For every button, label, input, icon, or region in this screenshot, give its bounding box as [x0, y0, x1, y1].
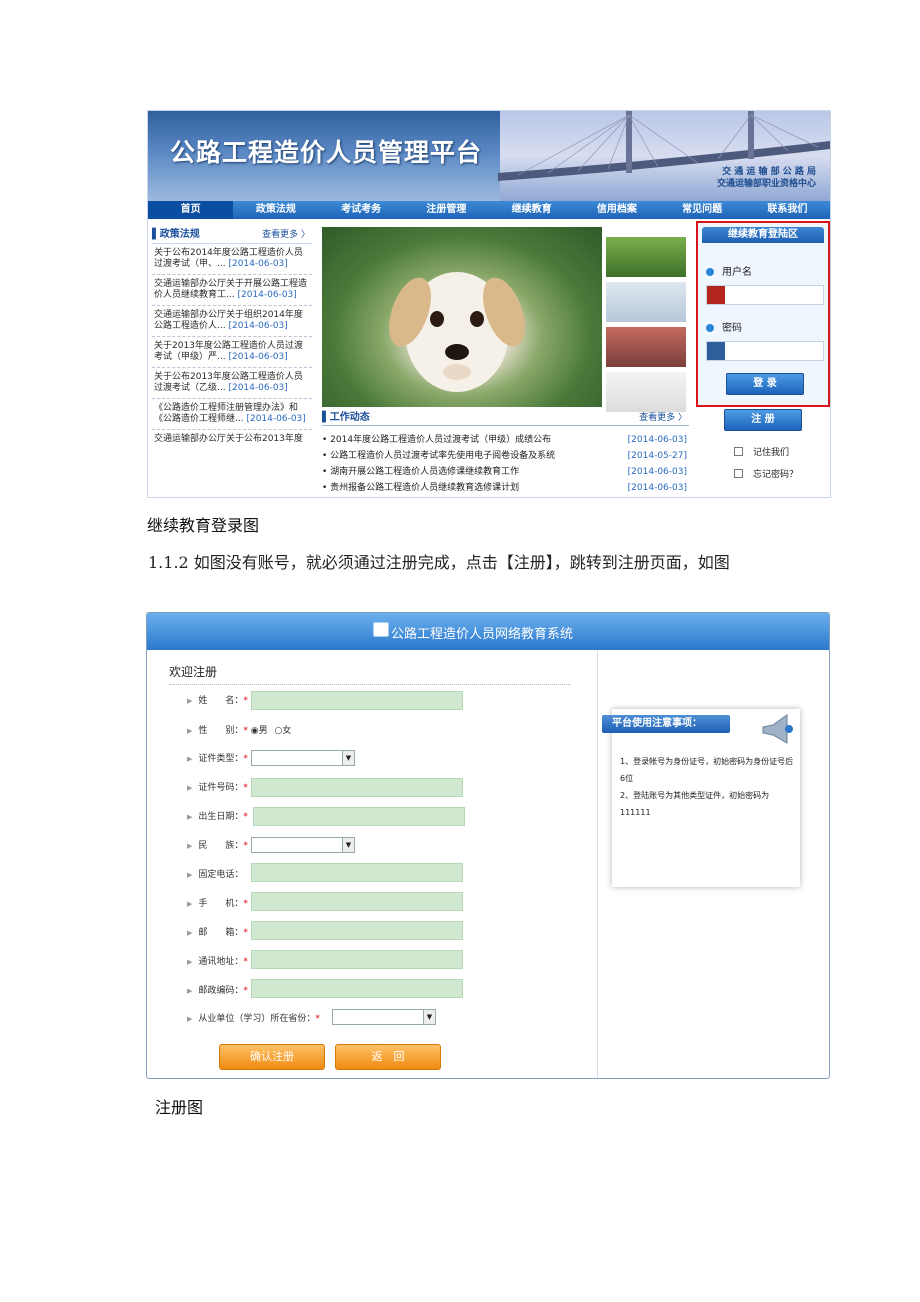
nav-home[interactable]: 首页	[148, 201, 234, 219]
login-box: 继续教育登陆区 用户名 密码 登 录	[696, 221, 830, 407]
instruction-paragraph: 1.1.2 如图没有账号，就必须通过注册完成，点击【注册】，跳转到注册页面，如图	[148, 553, 730, 572]
policy-panel: ▌政策法规 查看更多 〉 关于公布2014年度公路工程造价人员过渡考试（甲、..…	[152, 227, 312, 497]
welcome-heading: 欢迎注册	[169, 665, 218, 679]
notice-text: 1、登录帐号为身份证号，初始密码为身份证号后6位 2、登陆账号为其他类型证件，初…	[620, 753, 795, 821]
phone-input[interactable]	[251, 863, 463, 882]
nav-register[interactable]: 注册管理	[404, 201, 489, 219]
portal-org: 交 通 运 输 部 公 路 局 交通运输部职业资格中心	[717, 166, 816, 190]
notice-line-1: 1、登录帐号为身份证号，初始密码为身份证号后6位	[620, 757, 794, 783]
news-heading: 工作动态	[329, 412, 370, 423]
field-address: ▶ 通讯地址：*	[187, 957, 248, 967]
registration-screenshot: 公路工程造价人员网络教育系统 欢迎注册 ▶ 姓 名：* ▶ 性 别：* ◉男 ○女 …	[146, 612, 830, 1079]
field-email: ▶ 邮 箱：*	[187, 928, 248, 938]
nav-policy[interactable]: 政策法规	[233, 201, 318, 219]
field-ethnic: ▶ 民 族：*	[187, 841, 248, 851]
column-divider	[597, 650, 598, 1078]
org-line-1: 交 通 运 输 部 公 路 局	[722, 167, 816, 177]
org-line-2: 交通运输部职业资格中心	[716, 179, 816, 189]
name-input[interactable]	[251, 691, 463, 710]
list-item[interactable]: • 湖南开展公路工程造价人员选修课继续教育工作 [2014-06-03]	[322, 464, 689, 480]
id-type-select[interactable]: ▼	[251, 750, 355, 766]
remember-checkbox[interactable]: 记住我们	[734, 445, 789, 458]
user-icon	[707, 286, 725, 304]
lock-icon	[707, 342, 725, 360]
portal-banner: 公路工程造价人员管理平台 交 通 运 输 部 公 路 局 交通运输部职业资格中心	[148, 111, 830, 201]
list-item[interactable]: 关于2013年度公路工程造价人员过渡考试（甲级）严... [2014-06-03…	[152, 337, 312, 368]
system-title: 公路工程造价人员网络教育系统	[391, 627, 574, 642]
field-id-number: ▶ 证件号码：*	[187, 783, 248, 793]
chevron-down-icon: ▼	[342, 838, 354, 852]
list-item[interactable]: • 贵州报备公路工程造价人员继续教育选修课计划 [2014-06-03]	[322, 480, 689, 496]
policy-more-link[interactable]: 查看更多 〉	[262, 227, 310, 243]
nav-faq[interactable]: 常见问题	[660, 201, 745, 219]
male-radio[interactable]: ◉男	[251, 726, 268, 736]
female-radio[interactable]: ○女	[275, 726, 292, 736]
caption-login: 继续教育登录图	[147, 516, 260, 535]
nav-education[interactable]: 继续教育	[489, 201, 574, 219]
monitor-icon	[373, 622, 389, 637]
chevron-down-icon: ▼	[342, 751, 354, 765]
divider	[169, 684, 571, 685]
megaphone-icon	[762, 714, 793, 744]
field-province: ▶ 从业单位（学习）所在省份：*	[187, 1014, 320, 1024]
bullet-icon	[706, 268, 714, 276]
list-item[interactable]: 关于公布2014年度公路工程造价人员过渡考试（甲、... [2014-06-03…	[152, 244, 312, 275]
field-gender: ▶ 性 别：* ◉男 ○女	[187, 726, 292, 736]
thumbnail[interactable]	[606, 237, 686, 277]
postcode-input[interactable]	[251, 979, 463, 998]
email-input[interactable]	[251, 921, 463, 940]
back-button[interactable]: 返 回	[335, 1044, 441, 1070]
chevron-down-icon: ▼	[423, 1010, 435, 1024]
ethnic-select[interactable]: ▼	[251, 837, 355, 853]
address-input[interactable]	[251, 950, 463, 969]
login-button[interactable]: 登 录	[726, 373, 804, 395]
confirm-register-button[interactable]: 确认注册	[219, 1044, 325, 1070]
list-item[interactable]: • 2014年度公路工程造价人员过渡考试（甲级）成绩公布 [2014-06-03]	[322, 432, 689, 448]
policy-heading: 政策法规	[159, 229, 200, 240]
list-item[interactable]: 交通运输部办公厅关于组织2014年度公路工程造价人... [2014-06-03…	[152, 306, 312, 337]
field-name: ▶ 姓 名：*	[187, 696, 248, 706]
password-input[interactable]	[706, 341, 824, 361]
notice-title: 平台使用注意事项：	[602, 715, 730, 733]
nav-credit[interactable]: 信用档案	[574, 201, 659, 219]
forgot-password-checkbox[interactable]: 忘记密码？	[734, 467, 798, 480]
field-birth: ▶ 出生日期：*	[187, 812, 248, 822]
news-panel: ▌工作动态 查看更多 〉 • 2014年度公路工程造价人员过渡考试（甲级）成绩公…	[322, 411, 689, 497]
policy-header: ▌政策法规 查看更多 〉	[152, 227, 312, 244]
nav-contact[interactable]: 联系我们	[745, 201, 830, 219]
register-button[interactable]: 注 册	[724, 409, 802, 431]
thumbnail[interactable]	[606, 327, 686, 367]
mobile-input[interactable]	[251, 892, 463, 911]
nav-exam[interactable]: 考试考务	[319, 201, 404, 219]
field-postcode: ▶ 邮政编码：*	[187, 986, 248, 996]
photo-thumbnails	[602, 227, 689, 412]
notice-line-2: 2、登陆账号为其他类型证件，初始密码为111111	[620, 791, 770, 817]
id-number-input[interactable]	[251, 778, 463, 797]
field-mobile: ▶ 手 机：*	[187, 899, 248, 909]
province-select[interactable]: ▼	[332, 1009, 436, 1025]
caption-register: 注册图	[155, 1098, 204, 1117]
password-label: 密码	[706, 319, 742, 334]
login-heading: 继续教育登陆区	[702, 227, 824, 243]
featured-puppy-photo[interactable]	[322, 227, 602, 407]
news-more-link[interactable]: 查看更多 〉	[639, 411, 687, 425]
puppy-image	[389, 272, 525, 392]
thumbnail[interactable]	[606, 282, 686, 322]
thumbnail[interactable]	[606, 372, 686, 412]
list-item[interactable]: 《公路造价工程师注册管理办法》和《公路造价工程师继... [2014-06-03…	[152, 399, 312, 430]
news-header: ▌工作动态 查看更多 〉	[322, 411, 689, 426]
birth-date-input[interactable]	[253, 807, 465, 826]
bullet-icon	[706, 324, 714, 332]
field-id-type: ▶ 证件类型：*	[187, 754, 248, 764]
field-phone: ▶ 固定电话：	[187, 870, 244, 880]
list-item[interactable]: 关于公布2013年度公路工程造价人员过渡考试（乙级... [2014-06-03…	[152, 368, 312, 399]
list-item[interactable]: 交通运输部办公厅关于公布2013年度	[152, 430, 312, 460]
username-label: 用户名	[706, 263, 752, 278]
portal-title: 公路工程造价人员管理平台	[170, 138, 483, 167]
username-input[interactable]	[706, 285, 824, 305]
list-item[interactable]: 交通运输部办公厅关于开展公路工程造价人员继续教育工... [2014-06-03…	[152, 275, 312, 306]
portal-screenshot: 公路工程造价人员管理平台 交 通 运 输 部 公 路 局 交通运输部职业资格中心…	[147, 110, 831, 498]
list-item[interactable]: • 公路工程造价人员过渡考试率先使用电子阅卷设备及系统 [2014-05-27]	[322, 448, 689, 464]
main-nav: 首页 政策法规 考试考务 注册管理 继续教育 信用档案 常见问题 联系我们	[148, 201, 830, 219]
